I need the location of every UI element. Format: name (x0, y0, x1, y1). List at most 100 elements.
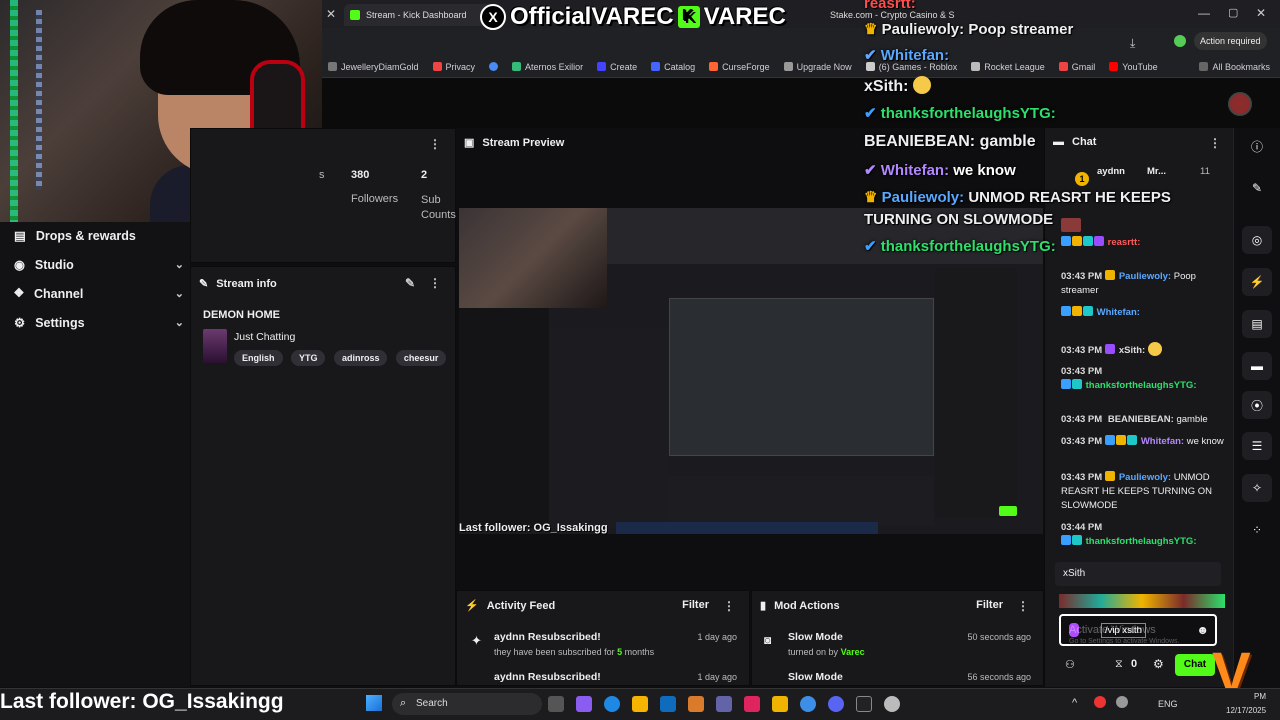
layers-icon[interactable]: ☰ (1242, 432, 1272, 460)
chat-input[interactable]: /vip xsith Activate Windows Go to Settin… (1059, 614, 1217, 646)
dashboard-sidebar: ▤ Drops & rewards ◉ Studio ⌄ ⛖ Channel ⌄… (0, 222, 190, 687)
copilot-icon[interactable] (576, 696, 592, 712)
bookmark-item[interactable]: Create (597, 62, 637, 72)
chat-message: Whitefan: (1061, 306, 1227, 320)
overlay-chat-line: BEANIEBEAN: gamble (864, 133, 1036, 150)
close-icon[interactable]: ✕ (326, 7, 336, 21)
taskbar-date[interactable]: 12/17/2025 (1226, 706, 1266, 715)
mod-action-title: Slow Mode (788, 631, 843, 643)
bookmark-item[interactable]: YouTube (1109, 62, 1158, 72)
sidebar-item-settings[interactable]: ⚙ Settings ⌄ (14, 315, 184, 331)
category-thumbnail (203, 329, 227, 363)
discord-icon[interactable] (828, 696, 844, 712)
action-required-button[interactable]: Action required (1194, 32, 1267, 50)
teams-icon[interactable] (716, 696, 732, 712)
chevron-down-icon: ⌄ (174, 317, 184, 329)
windows-start-icon[interactable] (366, 695, 382, 711)
more-icon[interactable]: ⋮ (429, 276, 441, 290)
folder-icon[interactable] (772, 696, 788, 712)
bookmark-item[interactable]: Gmail (1058, 62, 1095, 72)
maximize-icon[interactable]: ▢ (1228, 6, 1238, 19)
bookmark-item[interactable]: Catalog (651, 62, 695, 72)
activity-item-title: aydnn Resubscribed! (494, 631, 601, 643)
more-icon[interactable]: ⋮ (1209, 136, 1221, 150)
filter-button[interactable]: Filter (976, 599, 1003, 611)
send-chat-button[interactable]: Chat (1175, 654, 1215, 676)
more-icon[interactable]: ⋮ (723, 599, 735, 613)
sub-count: 2 (421, 169, 428, 181)
windows-watermark: Go to Settings to activate Windows. (1069, 638, 1180, 645)
info-icon[interactable]: ⓘ (1242, 132, 1272, 160)
sidebar-item-channel[interactable]: ⛖ Channel ⌄ (14, 286, 184, 301)
sidebar-item-drops-rewards[interactable]: ▤ Drops & rewards (14, 228, 184, 244)
edge-icon[interactable] (604, 696, 620, 712)
edit-icon[interactable]: ✎ (405, 276, 415, 290)
emoji-icon[interactable]: ☻ (1196, 623, 1209, 637)
sidebar-item-studio[interactable]: ◉ Studio ⌄ (14, 257, 184, 273)
broadcast-icon[interactable]: ⦿ (1242, 391, 1272, 419)
outlook-icon[interactable] (660, 696, 676, 712)
tag[interactable]: adinross (333, 350, 388, 366)
category-name[interactable]: Just Chatting (234, 331, 295, 343)
tag[interactable]: English (234, 350, 283, 366)
gear-icon[interactable]: ⚙ (1153, 657, 1164, 671)
chat-bubble-icon[interactable]: ▬ (1242, 352, 1272, 380)
language-indicator[interactable]: ENG (1158, 699, 1178, 709)
bolt-icon[interactable]: ⚡ (1242, 268, 1272, 296)
timer-icon[interactable]: ⧖ (1115, 658, 1123, 671)
bookmark-item[interactable]: Aternos Exilior (512, 62, 583, 72)
nested-chat (935, 268, 1017, 518)
last-follower-overlay: Last follower: OG_Issakingg (0, 690, 284, 713)
kick-logo-icon (350, 10, 360, 20)
download-icon[interactable]: ⤓ (1130, 36, 1135, 51)
mod-action-time: 50 seconds ago (967, 632, 1031, 642)
user-avatar[interactable] (1228, 92, 1252, 116)
activity-item-sub: they have been subscribed for 5 months (494, 647, 655, 657)
file-explorer-icon[interactable] (632, 696, 648, 712)
all-bookmarks[interactable]: All Bookmarks (1199, 62, 1270, 72)
edit-icon[interactable]: ✎ (1242, 174, 1272, 202)
profile-avatar[interactable] (1174, 35, 1186, 47)
more-icon[interactable]: ⋮ (1017, 599, 1029, 613)
gamepad-icon: ◙ (764, 633, 772, 647)
autocomplete-suggestion[interactable]: xSith (1055, 562, 1221, 586)
bookmark-item[interactable]: CurseForge (709, 62, 770, 72)
users-icon[interactable]: ⚇ (1065, 658, 1075, 671)
google-icon[interactable] (489, 62, 499, 71)
emote-bar[interactable] (1059, 594, 1225, 608)
preview-taskbar (616, 522, 878, 534)
app-icon[interactable] (688, 696, 704, 712)
minimize-icon[interactable]: — (1198, 6, 1210, 20)
bookmark-item[interactable]: JewelleryDiamGold (328, 62, 419, 72)
tag[interactable]: cheesur (395, 350, 446, 366)
tray-icon[interactable] (1094, 696, 1106, 708)
activity-item-title: aydnn Resubscribed! (494, 671, 601, 683)
nodes-icon[interactable]: ⁘ (1242, 516, 1272, 544)
tag[interactable]: YTG (290, 350, 326, 366)
obs-icon[interactable] (856, 696, 872, 712)
nested-feeds (669, 476, 934, 526)
chevron-up-icon[interactable]: ^ (1072, 697, 1077, 709)
filter-button[interactable]: Filter (682, 599, 709, 611)
tray-icon[interactable] (1116, 696, 1128, 708)
taskbar-time[interactable]: PM (1254, 692, 1266, 701)
app-icon[interactable] (884, 696, 900, 712)
taskbar-search[interactable]: ⌕ Search (392, 693, 542, 715)
wrench-icon[interactable]: ✧ (1242, 474, 1272, 502)
bookmark-item[interactable]: Privacy (432, 62, 475, 72)
mod-action-title: Slow Mode (788, 671, 843, 683)
window-close-icon[interactable]: ✕ (1256, 6, 1266, 20)
task-view-icon[interactable] (548, 696, 564, 712)
bookmark-item[interactable]: Upgrade Now (783, 62, 852, 72)
wrench-icon: ✎ (199, 278, 209, 290)
chat-message: reasrtt: (1061, 236, 1227, 250)
music-icon[interactable] (744, 696, 760, 712)
chat-message: 03:43 PM Pauliewoly: UNMOD REASRT HE KEE… (1061, 471, 1212, 511)
chrome-icon[interactable] (800, 696, 816, 712)
camera-icon[interactable]: ◎ (1242, 226, 1272, 254)
stream-preview-video[interactable] (459, 208, 1043, 534)
tab-kick-dashboard[interactable]: Stream - Kick Dashboard (344, 4, 494, 26)
document-icon[interactable]: ▤ (1242, 310, 1272, 338)
bookmark-item[interactable]: Rocket League (971, 62, 1045, 72)
more-icon[interactable]: ⋮ (429, 137, 441, 151)
